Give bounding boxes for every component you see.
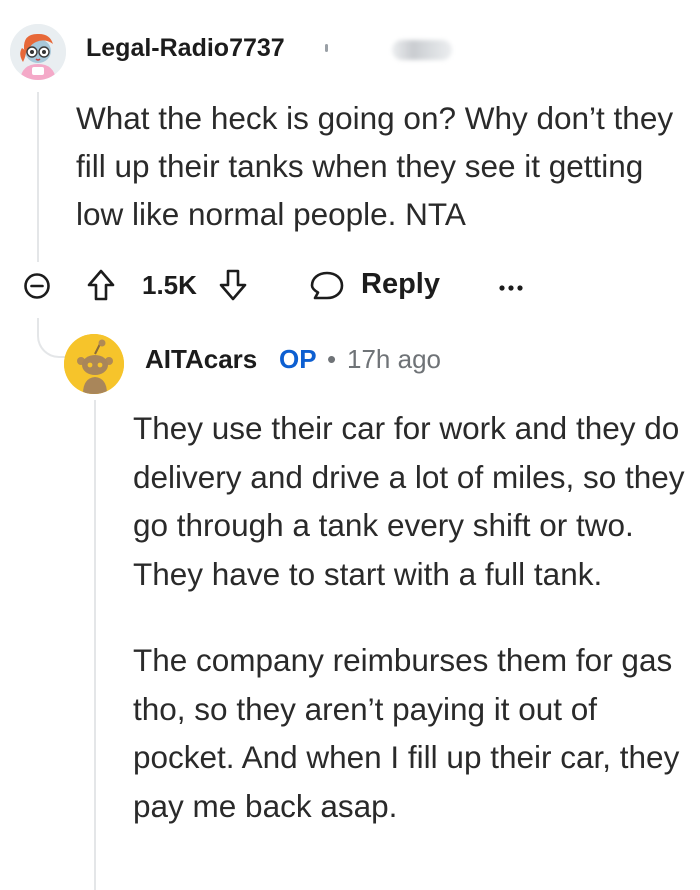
redacted-badge xyxy=(392,40,452,60)
author-flair-mark xyxy=(325,44,328,52)
more-options-icon xyxy=(499,285,523,291)
reply-thread-line xyxy=(94,400,96,890)
reply-comment-body: They use their car for work and they do … xyxy=(133,404,693,830)
avatar[interactable] xyxy=(10,24,66,80)
reply-bubble-icon xyxy=(310,271,344,300)
more-options-button[interactable] xyxy=(497,280,525,291)
vote-score: 1.5K xyxy=(142,270,197,300)
comment-author[interactable]: AITAcars xyxy=(145,344,257,375)
reply-button-icon-wrap[interactable] xyxy=(309,270,345,302)
upvote-button[interactable] xyxy=(86,268,116,302)
avatar[interactable] xyxy=(64,334,124,394)
reply-button[interactable]: Reply xyxy=(361,268,440,301)
snoo-avatar-icon xyxy=(64,334,124,394)
thread-line xyxy=(37,92,39,262)
meta-separator: • xyxy=(327,344,337,374)
comment-timestamp: 17h ago xyxy=(347,344,441,374)
comment-body: What the heck is going on? Why don’t the… xyxy=(76,100,674,232)
collapse-button[interactable] xyxy=(23,272,51,300)
comment-paragraph: They use their car for work and they do … xyxy=(133,410,685,592)
downvote-button[interactable] xyxy=(218,268,248,302)
comment-author[interactable]: Legal-Radio7737 xyxy=(86,34,285,63)
collapse-minus-icon xyxy=(24,273,50,299)
comment-paragraph: The company reimburses them for gas tho,… xyxy=(133,642,680,824)
downvote-arrow-icon xyxy=(219,269,247,301)
user-avatar-icon xyxy=(10,24,66,80)
op-badge: OP xyxy=(279,344,317,374)
upvote-arrow-icon xyxy=(87,269,115,301)
